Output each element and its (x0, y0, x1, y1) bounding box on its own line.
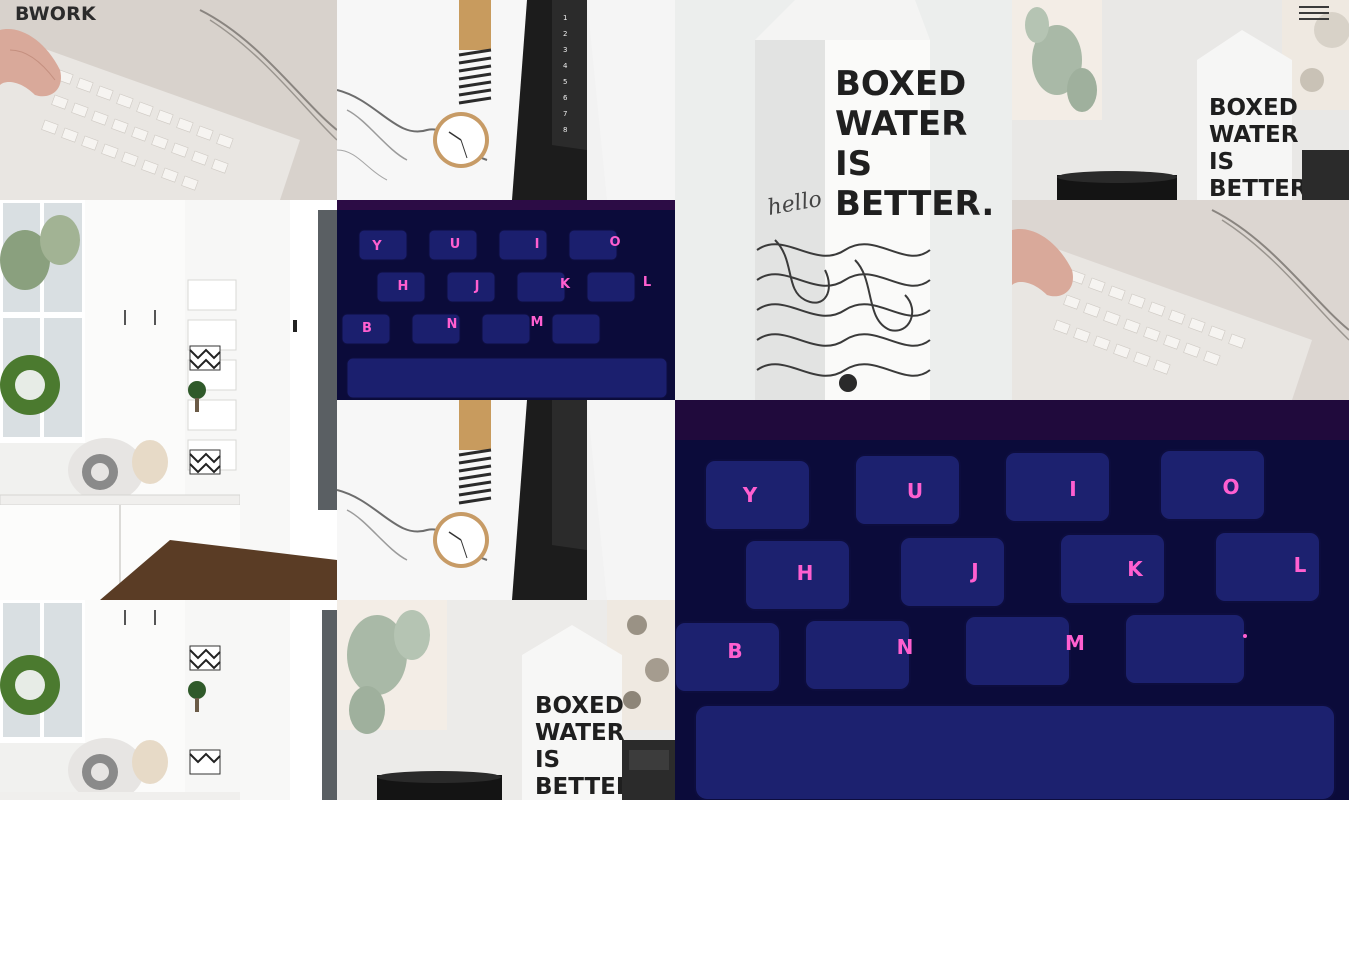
keyboard-typing-image (1012, 200, 1349, 400)
better-text-line: BETTER. (835, 184, 994, 224)
key-label: B (362, 321, 372, 336)
neon-keyboard-image: Y U I O H J K L B N M (675, 400, 1349, 800)
gallery-tile-watch-marble[interactable]: 123 456 78 (337, 0, 675, 200)
boxed-water-cactus-image: BOXED WATER IS BETTER. (1012, 0, 1349, 200)
is-text-line: IS (535, 747, 560, 773)
neon-keyboard-image: Y U I O H J K L B N M (337, 200, 675, 400)
better-text-line: BETTER. (1209, 176, 1317, 200)
watch-marble-image: 123 456 78 (337, 0, 675, 200)
key-label: H (797, 561, 814, 585)
key-label: U (450, 237, 461, 252)
boxed-water-cactus-image: BOXED WATER IS BETTER. (337, 600, 675, 800)
site-header: BWORK (0, 0, 1349, 28)
svg-text:4: 4 (563, 62, 568, 70)
key-label: H (398, 279, 409, 294)
water-text-line: WATER (835, 104, 967, 144)
gallery-tile-boxed-water-cactus[interactable]: BOXED WATER IS BETTER. (1012, 0, 1349, 200)
key-label: O (609, 235, 620, 250)
gallery-tile-white-mudroom[interactable] (0, 600, 337, 800)
image-gallery-grid: 123 456 78 BOXED WATER IS BETTER. hello … (0, 0, 1349, 800)
key-label: O (1222, 475, 1239, 499)
svg-text:2: 2 (563, 30, 567, 38)
svg-text:8: 8 (563, 126, 567, 134)
boxed-text-line: BOXED (535, 693, 624, 719)
key-label: N (897, 635, 914, 659)
key-label: Y (371, 239, 382, 254)
gallery-tile-boxed-water-carton[interactable]: BOXED WATER IS BETTER. hello (675, 0, 1012, 400)
white-mudroom-image (0, 600, 337, 800)
keyboard-typing-image (0, 0, 337, 200)
svg-text:3: 3 (563, 46, 567, 54)
boxed-water-carton-image: BOXED WATER IS BETTER. hello (675, 0, 1012, 400)
gallery-tile-neon-keyboard[interactable]: Y U I O H J K L B N M (337, 200, 675, 400)
key-label: L (643, 275, 651, 290)
gallery-tile-keyboard-typing[interactable] (0, 0, 337, 200)
site-logo[interactable]: BWORK (15, 3, 96, 25)
gallery-tile-boxed-water-cactus[interactable]: BOXED WATER IS BETTER. (337, 600, 675, 800)
key-label: I (1069, 477, 1076, 501)
key-label: Y (742, 483, 758, 507)
svg-text:7: 7 (563, 110, 567, 118)
boxed-text-line: BOXED (835, 64, 966, 104)
is-text-line: IS (1209, 149, 1234, 175)
key-label: K (1127, 557, 1144, 581)
key-label: N (447, 317, 458, 332)
key-label: J (474, 279, 480, 294)
key-label: L (1294, 553, 1307, 577)
key-label: B (727, 639, 742, 663)
hamburger-menu-icon[interactable] (1299, 5, 1329, 23)
portfolio-page: BWORK 1 2 3 4 5 6 7 8 BOXED WATER IS BET… (0, 0, 1349, 959)
gallery-tile-watch-marble[interactable] (337, 400, 675, 600)
watch-marble-image (337, 400, 675, 600)
svg-text:6: 6 (563, 94, 568, 102)
svg-text:5: 5 (563, 78, 567, 86)
key-label: I (535, 237, 540, 252)
key-label: M (531, 315, 544, 330)
gallery-tile-keyboard-typing[interactable] (1012, 200, 1349, 400)
key-label: K (560, 277, 571, 292)
water-text-line: WATER (1209, 122, 1299, 148)
water-text-line: WATER (535, 720, 625, 746)
key-label: J (969, 559, 978, 583)
key-label: U (907, 479, 923, 503)
gallery-tile-neon-keyboard-large[interactable]: Y U I O H J K L B N M (675, 400, 1349, 800)
white-mudroom-image (0, 200, 337, 600)
gallery-tile-white-mudroom[interactable] (0, 200, 337, 600)
key-label: M (1065, 631, 1085, 655)
is-text-line: IS (835, 144, 872, 184)
boxed-text-line: BOXED (1209, 95, 1298, 121)
